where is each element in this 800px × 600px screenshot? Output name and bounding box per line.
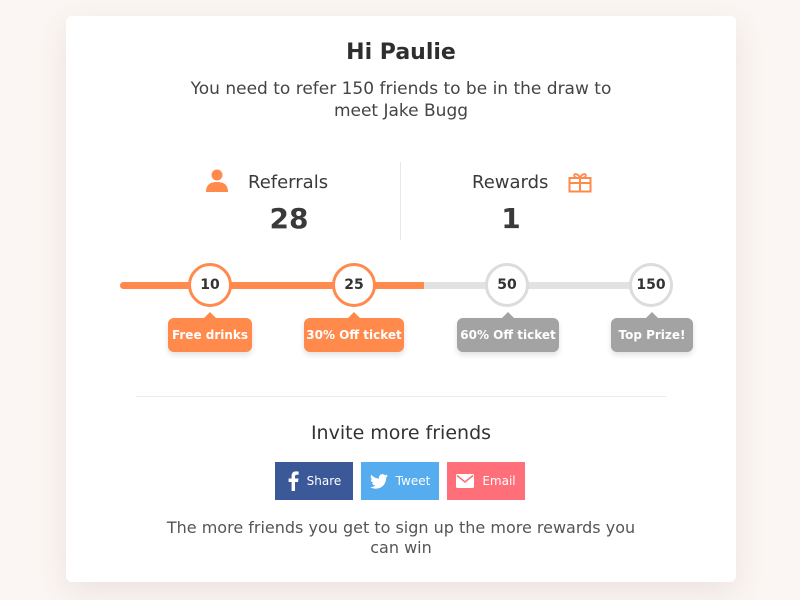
email-share-label: Email (482, 474, 516, 488)
rewards-label: Rewards (472, 172, 549, 193)
email-icon (456, 474, 475, 488)
referral-card: Hi Paulie You need to refer 150 friends … (66, 16, 736, 582)
referral-goal-text: You need to refer 150 friends to be in t… (190, 79, 612, 121)
milestone-150: 150 (629, 263, 673, 307)
rewards-count: 1 (501, 202, 521, 235)
email-share-button[interactable]: Email (447, 462, 525, 500)
twitter-icon (369, 473, 388, 489)
reward-tag-top-prize: Top Prize! (611, 312, 693, 352)
facebook-share-button[interactable]: Share (275, 462, 353, 500)
milestone-10: 10 (188, 263, 232, 307)
progress-fill (120, 282, 424, 289)
twitter-tweet-label: Tweet (395, 474, 431, 488)
referrals-count: 28 (269, 202, 309, 235)
user-icon (206, 169, 228, 192)
twitter-tweet-button[interactable]: Tweet (361, 462, 439, 500)
referrals-label: Referrals (248, 172, 329, 193)
reward-tag-60-off: 60% Off ticket (457, 312, 559, 352)
stats-divider (400, 162, 401, 240)
reward-tag-30-off: 30% Off ticket (304, 312, 404, 352)
gift-icon (568, 173, 592, 193)
rewards-footer-text: The more friends you get to sign up the … (166, 518, 636, 557)
milestone-50: 50 (485, 263, 529, 307)
invite-title: Invite more friends (310, 422, 492, 444)
facebook-share-label: Share (306, 474, 342, 488)
section-divider (136, 396, 666, 397)
greeting-title: Hi Paulie (346, 40, 456, 65)
milestone-25: 25 (332, 263, 376, 307)
reward-tag-free-drinks: Free drinks (168, 312, 252, 352)
facebook-icon (288, 471, 299, 491)
